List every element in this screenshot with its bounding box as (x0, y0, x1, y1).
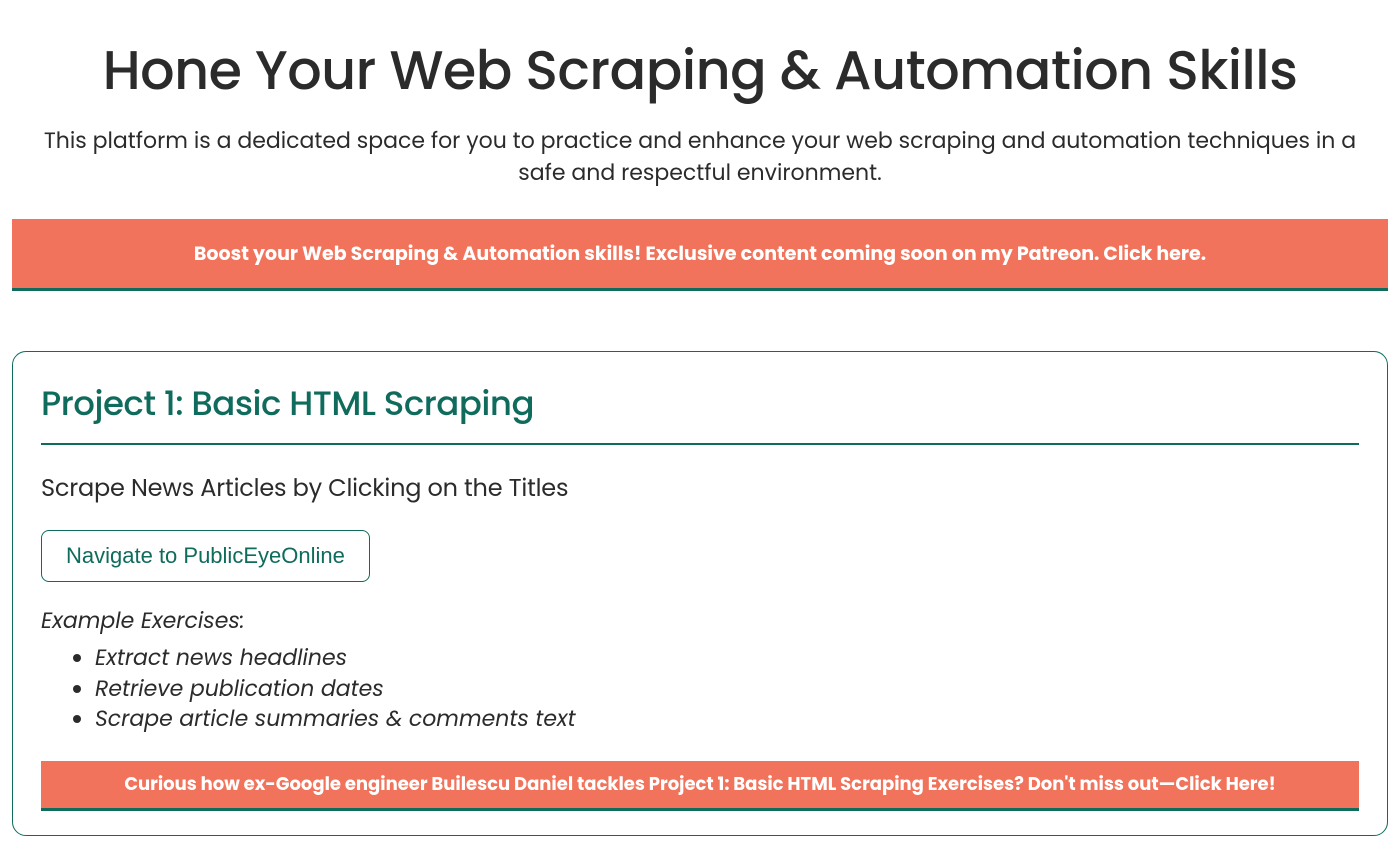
title-divider (41, 443, 1359, 445)
page-title: Hone Your Web Scraping & Automation Skil… (12, 30, 1388, 111)
project-subtitle: Scrape News Articles by Clicking on the … (41, 471, 1359, 506)
list-item: Scrape article summaries & comments text (95, 704, 1359, 735)
project-card: Project 1: Basic HTML Scraping Scrape Ne… (12, 351, 1388, 836)
list-item: Retrieve publication dates (95, 674, 1359, 705)
page-subtitle: This platform is a dedicated space for y… (35, 125, 1365, 189)
project-promo-banner[interactable]: Curious how ex-Google engineer Builescu … (41, 761, 1359, 811)
navigate-button[interactable]: Navigate to PublicEyeOnline (41, 530, 370, 582)
project-title: Project 1: Basic HTML Scraping (41, 378, 1359, 429)
list-item: Extract news headlines (95, 643, 1359, 674)
exercises-list: Extract news headlines Retrieve publicat… (41, 643, 1359, 735)
exercises-label: Example Exercises: (41, 604, 1359, 637)
patreon-promo-banner[interactable]: Boost your Web Scraping & Automation ski… (12, 219, 1388, 291)
